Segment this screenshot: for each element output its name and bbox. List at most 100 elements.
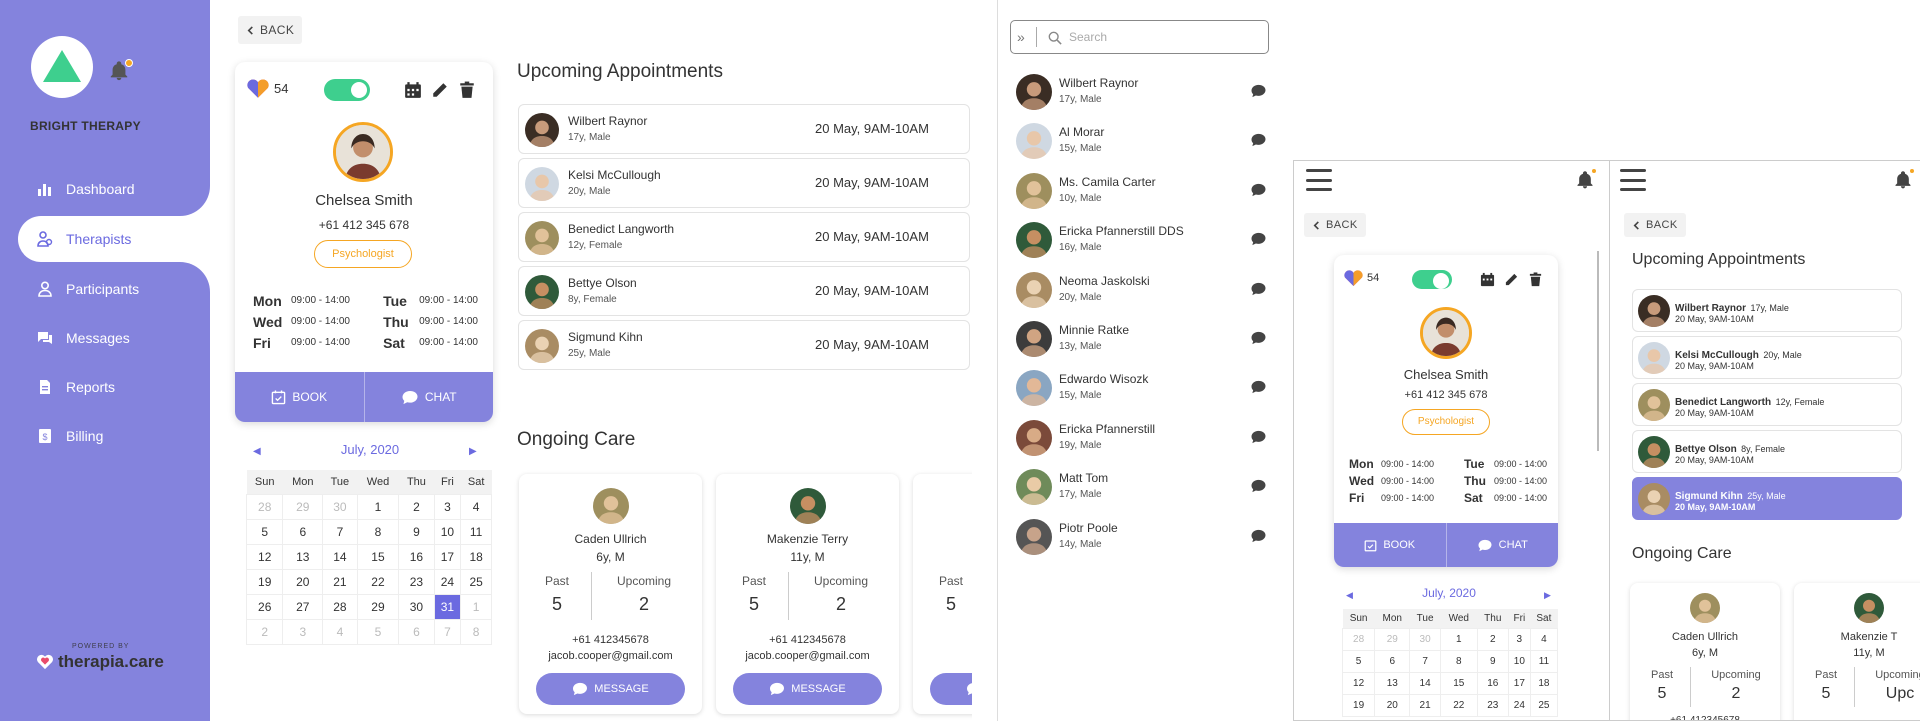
calendar-day[interactable]: 24 (433, 568, 462, 595)
calendar-day[interactable]: 7 (1409, 649, 1441, 673)
search-input[interactable]: » Search (1010, 20, 1269, 54)
calendar-day[interactable]: 12 (245, 543, 284, 570)
calendar-day[interactable]: 7 (433, 618, 462, 645)
calendar-day[interactable]: 23 (1476, 693, 1509, 717)
chat-bubble-icon[interactable] (1250, 282, 1267, 296)
chat-contact[interactable]: Matt Tom 17y, Male (1010, 467, 1272, 511)
appointment-row[interactable]: Wilbert Raynor 17y, Male 20 May, 9AM-10AM (518, 104, 970, 154)
message-button[interactable]: MESSAGE (930, 673, 972, 705)
calendar-day[interactable]: 29 (1374, 627, 1411, 651)
back-button[interactable]: BACK (1624, 213, 1686, 237)
calendar-day[interactable]: 4 (1529, 627, 1559, 651)
calendar-day[interactable]: 2 (1476, 627, 1509, 651)
calendar-day[interactable]: 18 (1529, 671, 1559, 695)
therapia-care-logo[interactable]: therapia.care (36, 652, 164, 672)
calendar-day[interactable]: 1 (1439, 627, 1478, 651)
calendar-day[interactable]: 24 (1507, 693, 1531, 717)
calendar-icon[interactable] (1480, 272, 1495, 287)
appointment-row[interactable]: Benedict Langworth 12y, Female 20 May, 9AM… (518, 212, 970, 262)
chat-bubble-icon[interactable] (1250, 380, 1267, 394)
chat-bubble-icon[interactable] (1250, 232, 1267, 246)
calendar-day[interactable]: 5 (1341, 649, 1376, 673)
calendar-day[interactable]: 2 (398, 493, 435, 520)
hamburger-menu-icon[interactable] (1306, 169, 1332, 191)
calendar-day[interactable]: 6 (1374, 649, 1411, 673)
calendar-day[interactable]: 13 (282, 543, 324, 570)
hamburger-menu-icon[interactable] (1620, 169, 1646, 191)
calendar-day[interactable]: 17 (433, 543, 462, 570)
expand-chevrons-icon[interactable]: » (1017, 27, 1037, 47)
calendar-day[interactable]: 21 (1409, 693, 1441, 717)
appointment-row[interactable]: Sigmund Kihn 25y, Male 20 May, 9AM-10AM (518, 320, 970, 370)
calendar-day[interactable]: 30 (398, 593, 435, 620)
calendar-day[interactable]: 3 (1507, 627, 1531, 651)
appointment-row[interactable]: Kelsi McCullough 20y, Male 20 May, 9AM-10A… (518, 158, 970, 208)
calendar-day[interactable]: 25 (460, 568, 492, 595)
calendar-day[interactable]: 25 (1529, 693, 1559, 717)
calendar-day[interactable]: 29 (356, 593, 400, 620)
message-button[interactable]: MESSAGE (536, 673, 685, 705)
calendar-day[interactable]: 19 (1341, 693, 1376, 717)
calendar-day[interactable]: 14 (322, 543, 358, 570)
calendar-day[interactable]: 3 (282, 618, 324, 645)
appointment-row[interactable]: Bettye Olson 8y, Female 20 May, 9AM-10AM (1632, 430, 1902, 473)
calendar-next-icon[interactable]: ▶ (1544, 590, 1551, 601)
nav-messages[interactable]: Messages (0, 315, 210, 361)
chat-bubble-icon[interactable] (1250, 430, 1267, 444)
back-button[interactable]: BACK (238, 16, 303, 44)
calendar-day[interactable]: 1 (460, 593, 492, 620)
calendar-day[interactable]: 26 (245, 593, 284, 620)
calendar-day[interactable]: 10 (433, 518, 462, 545)
trash-icon[interactable] (458, 81, 476, 99)
chat-contact[interactable]: Neoma Jaskolski 20y, Male (1010, 270, 1272, 314)
chat-contact[interactable]: Ericka Pfannerstill 19y, Male (1010, 418, 1272, 462)
calendar-day[interactable]: 8 (1439, 649, 1478, 673)
calendar-day[interactable]: 29 (282, 493, 324, 520)
trash-icon[interactable] (1528, 272, 1543, 287)
calendar-day[interactable]: 8 (460, 618, 492, 645)
calendar-day[interactable]: 28 (1341, 627, 1376, 651)
calendar-day[interactable]: 21 (322, 568, 358, 595)
calendar-day[interactable]: 15 (356, 543, 400, 570)
appointment-row[interactable]: Bettye Olson 8y, Female 20 May, 9AM-10AM (518, 266, 970, 316)
nav-reports[interactable]: Reports (0, 364, 210, 410)
chat-bubble-icon[interactable] (1250, 183, 1267, 197)
calendar-day[interactable]: 9 (398, 518, 435, 545)
calendar-day[interactable]: 7 (322, 518, 358, 545)
chat-contact[interactable]: Ms. Camila Carter 10y, Male (1010, 171, 1272, 215)
nav-dashboard[interactable]: Dashboard (0, 166, 210, 212)
book-button[interactable]: BOOK (1334, 523, 1446, 567)
calendar-next-icon[interactable]: ▶ (469, 446, 477, 457)
calendar-day[interactable]: 30 (322, 493, 358, 520)
calendar-day[interactable]: 16 (398, 543, 435, 570)
calendar-day[interactable]: 10 (1507, 649, 1531, 673)
calendar-day[interactable]: 22 (356, 568, 400, 595)
chat-contact[interactable]: Ericka Pfannerstill DDS 16y, Male (1010, 220, 1272, 264)
chat-contact[interactable]: Minnie Ratke 13y, Male (1010, 319, 1272, 363)
calendar-day[interactable]: 18 (460, 543, 492, 570)
message-button[interactable]: MESSAGE (733, 673, 882, 705)
calendar-day[interactable]: 9 (1476, 649, 1509, 673)
chat-button[interactable]: CHAT (1445, 523, 1559, 567)
calendar-day[interactable]: 1 (356, 493, 400, 520)
calendar-day[interactable]: 6 (282, 518, 324, 545)
calendar-prev-icon[interactable]: ◀ (1346, 590, 1353, 601)
chat-bubble-icon[interactable] (1250, 529, 1267, 543)
availability-toggle[interactable] (324, 79, 370, 101)
calendar-day[interactable]: 28 (245, 493, 284, 520)
appointment-row[interactable]: Benedict Langworth 12y, Female 20 May, 9A… (1632, 383, 1902, 426)
chat-bubble-icon[interactable] (1250, 84, 1267, 98)
calendar-day[interactable]: 28 (322, 593, 358, 620)
calendar-icon[interactable] (404, 81, 422, 99)
calendar-day[interactable]: 14 (1409, 671, 1441, 695)
calendar-day[interactable]: 8 (356, 518, 400, 545)
calendar-day[interactable]: 19 (245, 568, 284, 595)
chat-contact[interactable]: Al Morar 15y, Male (1010, 121, 1272, 165)
calendar-day[interactable]: 22 (1439, 693, 1478, 717)
calendar-day[interactable]: 23 (398, 568, 435, 595)
calendar-day[interactable]: 3 (433, 493, 462, 520)
calendar-day[interactable]: 5 (356, 618, 400, 645)
calendar-day[interactable]: 4 (460, 493, 492, 520)
calendar-day[interactable]: 17 (1507, 671, 1531, 695)
nav-participants[interactable]: Participants (0, 266, 210, 312)
